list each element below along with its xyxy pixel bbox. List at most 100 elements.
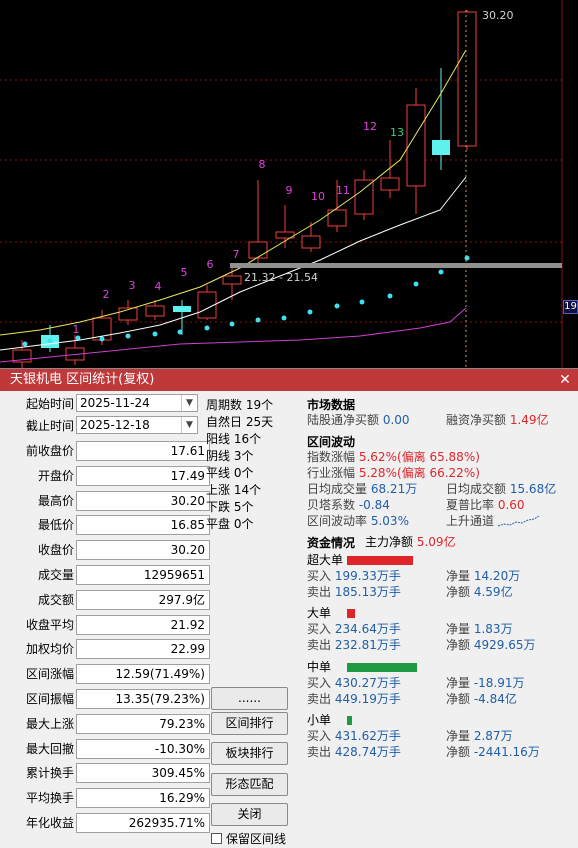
checkbox-label: 保留区间线 bbox=[226, 832, 287, 846]
counter-label: 13 bbox=[390, 126, 404, 139]
net-volume: 净量 -18.91万 bbox=[446, 676, 525, 690]
period-stats: 周期数 19个 自然日 25天 阳线 16个 阴线 3个 平线 0个 上涨 14个 下跌 5… bbox=[206, 397, 301, 533]
net-volume: 净量 2.87万 bbox=[446, 729, 513, 743]
period-stat-item: 自然日 25天 bbox=[206, 415, 274, 429]
stat-field-value[interactable]: 12959651 bbox=[76, 565, 210, 585]
order-group-bar bbox=[347, 556, 413, 565]
pattern-match-button[interactable]: 形态匹配 bbox=[211, 773, 288, 796]
yellow-ma-line bbox=[0, 49, 467, 336]
stat-field-label: 最低价 bbox=[37, 518, 74, 533]
indicator-dot bbox=[177, 329, 183, 335]
candle-body bbox=[248, 241, 268, 259]
period-stat-item: 上涨 14个 bbox=[206, 483, 262, 497]
indicator-dot bbox=[281, 315, 287, 321]
more-button[interactable]: ...... bbox=[211, 687, 288, 710]
stat-field-value[interactable]: 17.49 bbox=[76, 465, 210, 486]
volatility-heading: 区间波动 bbox=[307, 435, 356, 449]
close-icon[interactable]: ✕ bbox=[558, 369, 572, 391]
order-group-bar bbox=[347, 609, 355, 618]
net-volume: 净量 14.20万 bbox=[446, 569, 521, 583]
candles bbox=[12, 10, 477, 368]
stat-field-value[interactable]: 262935.71% bbox=[76, 813, 210, 833]
counter-label: 11 bbox=[336, 184, 350, 197]
volatility-rate: 区间波动率 5.03% bbox=[307, 514, 409, 528]
indicator-dot bbox=[307, 309, 313, 315]
hk-net-buy: 陆股通净买额 0.00 bbox=[307, 413, 410, 427]
indicator-dot bbox=[464, 255, 470, 261]
stat-field-label: 成交额 bbox=[37, 592, 74, 607]
stat-field-value[interactable]: 79.23% bbox=[76, 713, 210, 734]
candle-body bbox=[432, 140, 450, 155]
period-stat-item: 周期数 19个 bbox=[206, 398, 274, 412]
period-stat-item: 平盘 0个 bbox=[206, 517, 254, 531]
daily-volume: 日均成交量 68.21万 bbox=[307, 482, 418, 496]
sell-volume: 卖出 185.13万手 bbox=[307, 585, 401, 599]
sharpe: 夏普比率 0.60 bbox=[446, 498, 525, 512]
stat-field-label: 开盘价 bbox=[37, 468, 74, 483]
counter-label: 4 bbox=[155, 280, 162, 293]
counter-label: 9 bbox=[286, 184, 293, 197]
daily-amount: 日均成交额 15.68亿 bbox=[446, 482, 557, 496]
stat-field-label: 最大回撤 bbox=[25, 741, 74, 756]
stat-field-value[interactable]: 12.59(71.49%) bbox=[76, 664, 210, 685]
stat-field-value[interactable]: 17.61 bbox=[76, 441, 210, 461]
end-date-picker[interactable]: 2025-12-18 ▼ bbox=[76, 416, 198, 434]
period-stat-item: 阳线 16个 bbox=[206, 432, 262, 446]
buy-volume: 买入 430.27万手 bbox=[307, 676, 401, 690]
interval-stats-dialog: 天银机电 区间统计(复权) ✕ 起始时间 2025-11-24 ▼ 截止时间 20… bbox=[0, 368, 578, 848]
indicator-dot bbox=[152, 331, 158, 337]
sector-rank-button[interactable]: 板块排行 bbox=[211, 742, 288, 765]
order-group-name: 中单 bbox=[307, 660, 332, 674]
stat-field-value[interactable]: 13.35(79.23%) bbox=[76, 689, 210, 709]
indicator-dot bbox=[204, 325, 210, 331]
indicator-dot bbox=[47, 338, 53, 344]
stat-field-value[interactable]: 309.45% bbox=[76, 763, 210, 784]
stat-field-label: 年化收益 bbox=[25, 816, 74, 830]
chart-canvas: 21.32 - 21.54 30.20 123 456789 10 1112 13 bbox=[0, 0, 563, 368]
margin-net-buy: 融资净买额 1.49亿 bbox=[446, 413, 549, 427]
start-time-label: 起始时间 bbox=[25, 397, 74, 411]
period-stat-item: 平线 0个 bbox=[206, 466, 254, 480]
end-time-label: 截止时间 bbox=[25, 419, 74, 433]
net-amount: 净额 4929.65万 bbox=[446, 638, 536, 652]
candle-body bbox=[222, 275, 242, 285]
candle-body bbox=[354, 179, 374, 215]
stat-field-value[interactable]: 22.99 bbox=[76, 639, 210, 660]
close-button[interactable]: 关闭 bbox=[211, 803, 288, 826]
buy-volume: 买入 199.33万手 bbox=[307, 569, 401, 583]
counter-label: 5 bbox=[181, 266, 188, 279]
chevron-down-icon[interactable]: ▼ bbox=[181, 417, 197, 433]
counter-label: 1 bbox=[73, 323, 80, 336]
indicator-dot bbox=[99, 336, 105, 342]
stat-field-label: 最高价 bbox=[37, 493, 74, 508]
grid-lines bbox=[0, 0, 563, 368]
order-group-name: 超大单 bbox=[307, 553, 344, 567]
stat-field-value[interactable]: 21.92 bbox=[76, 614, 210, 635]
stat-field-label: 前收盘价 bbox=[25, 444, 74, 458]
order-group-name: 大单 bbox=[307, 606, 332, 620]
counter-label: 6 bbox=[207, 258, 214, 271]
start-date-picker[interactable]: 2025-11-24 ▼ bbox=[76, 394, 198, 412]
net-amount: 净额 4.59亿 bbox=[446, 585, 513, 599]
net-amount: 净额 -2441.16万 bbox=[446, 745, 540, 759]
stat-field-value[interactable]: 297.9亿 bbox=[76, 589, 210, 610]
interval-rank-button[interactable]: 区间排行 bbox=[211, 712, 288, 735]
counter-labels: 123 456789 10 1112 13 bbox=[73, 120, 405, 336]
indicator-dot bbox=[387, 293, 393, 299]
stat-field-value[interactable]: 16.85 bbox=[76, 515, 210, 536]
candlestick-chart[interactable]: 21.32 - 21.54 30.20 1 2 3 4 5 6 7 8 9 10 11 12 13 19 bbox=[0, 0, 578, 368]
keep-interval-line-checkbox[interactable]: 保留区间线 bbox=[211, 831, 286, 847]
stat-field-value[interactable]: 30.20 bbox=[76, 490, 210, 511]
stat-field-value[interactable]: 30.20 bbox=[76, 540, 210, 561]
index-change: 指数涨幅 5.62%(偏离 65.88%) bbox=[307, 450, 480, 464]
chevron-down-icon[interactable]: ▼ bbox=[181, 395, 197, 411]
period-stat-item: 下跌 5个 bbox=[206, 500, 254, 514]
counter-label: 12 bbox=[363, 120, 377, 133]
candle-body bbox=[380, 177, 400, 191]
counter-label: 3 bbox=[129, 279, 136, 292]
stat-field-value[interactable]: 16.29% bbox=[76, 788, 210, 809]
stat-field-value[interactable]: -10.30% bbox=[76, 738, 210, 759]
dialog-titlebar[interactable]: 天银机电 区间统计(复权) ✕ bbox=[0, 369, 578, 391]
stat-field-label: 最大上涨 bbox=[25, 716, 74, 731]
indicator-dot bbox=[413, 281, 419, 287]
